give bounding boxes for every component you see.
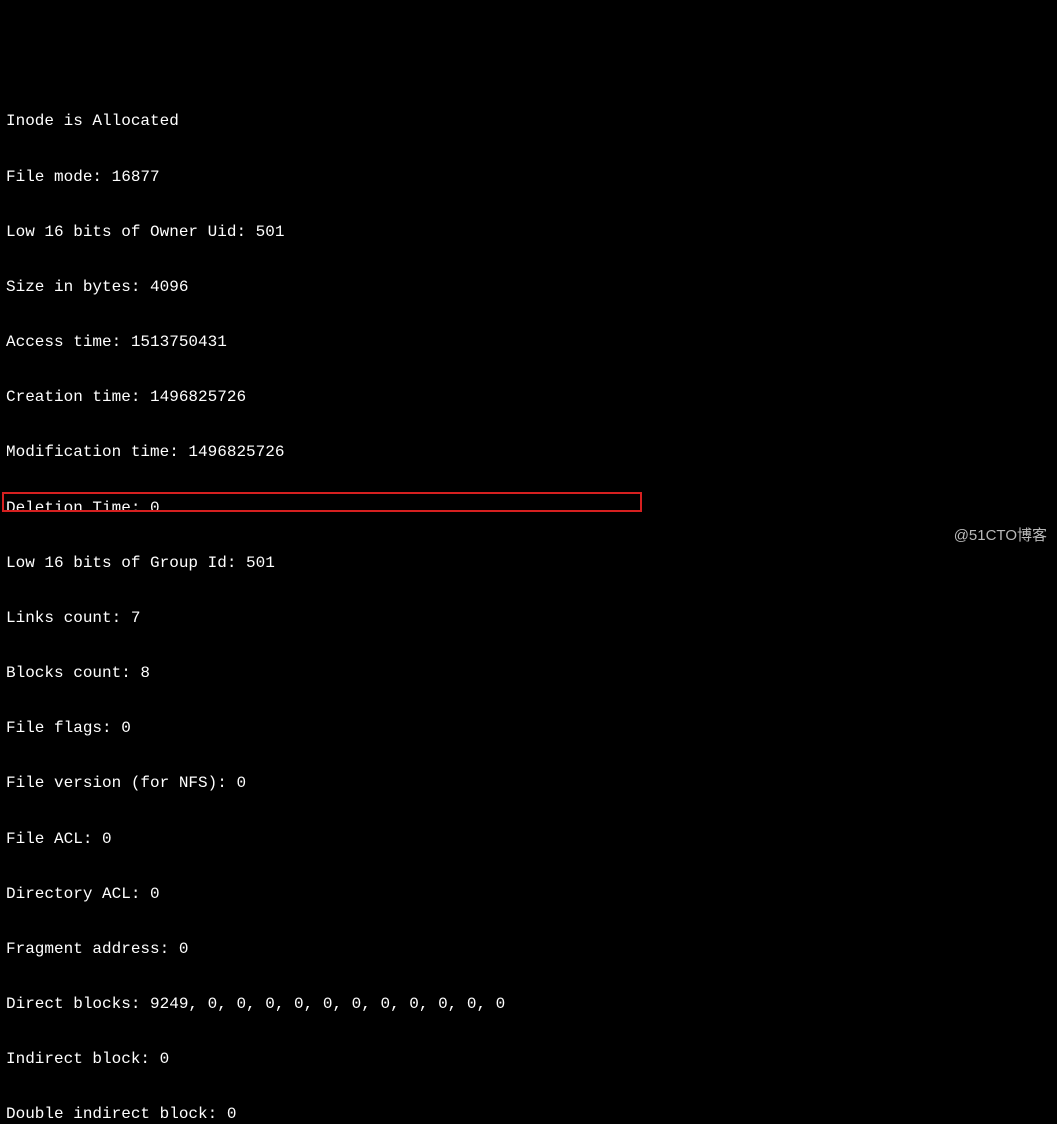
fragment-address: Fragment address: 0 — [6, 940, 1051, 958]
blocks-count: Blocks count: 8 — [6, 664, 1051, 682]
size-bytes: Size in bytes: 4096 — [6, 278, 1051, 296]
creation-time: Creation time: 1496825726 — [6, 388, 1051, 406]
links-count: Links count: 7 — [6, 609, 1051, 627]
file-mode: File mode: 16877 — [6, 168, 1051, 186]
file-flags: File flags: 0 — [6, 719, 1051, 737]
owner-uid: Low 16 bits of Owner Uid: 501 — [6, 223, 1051, 241]
watermark-text: @51CTO博客 — [954, 527, 1047, 544]
terminal-output: Inode is Allocated File mode: 16877 Low … — [6, 76, 1051, 1124]
modification-time: Modification time: 1496825726 — [6, 443, 1051, 461]
double-indirect: Double indirect block: 0 — [6, 1105, 1051, 1123]
directory-acl: Directory ACL: 0 — [6, 885, 1051, 903]
direct-blocks: Direct blocks: 9249, 0, 0, 0, 0, 0, 0, 0… — [6, 995, 1051, 1013]
indirect-block: Indirect block: 0 — [6, 1050, 1051, 1068]
file-version: File version (for NFS): 0 — [6, 774, 1051, 792]
deletion-time: Deletion Time: 0 — [6, 499, 1051, 517]
access-time: Access time: 1513750431 — [6, 333, 1051, 351]
inode-allocated: Inode is Allocated — [6, 112, 1051, 130]
group-id: Low 16 bits of Group Id: 501 — [6, 554, 1051, 572]
file-acl: File ACL: 0 — [6, 830, 1051, 848]
